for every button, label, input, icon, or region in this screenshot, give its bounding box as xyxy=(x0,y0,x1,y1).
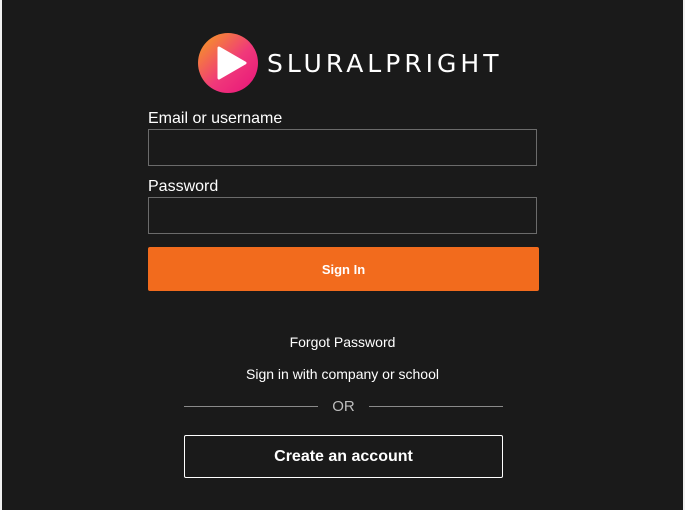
divider-line-right xyxy=(368,405,503,407)
email-field[interactable] xyxy=(148,129,537,166)
email-label: Email or username xyxy=(148,110,283,127)
brand-name: SLURALPRIGHT xyxy=(267,48,503,78)
or-divider: OR xyxy=(184,397,503,415)
company-sign-in-link[interactable]: Sign in with company or school xyxy=(2,366,683,382)
or-text: OR xyxy=(332,397,355,415)
play-icon xyxy=(198,33,258,93)
password-field[interactable] xyxy=(148,197,537,234)
create-account-button[interactable]: Create an account xyxy=(184,435,503,478)
login-panel: SLURALPRIGHT Email or username Password … xyxy=(2,0,683,510)
sign-in-button[interactable]: Sign In xyxy=(148,247,539,291)
password-label: Password xyxy=(148,178,219,195)
divider-line-left xyxy=(184,405,319,407)
forgot-password-link[interactable]: Forgot Password xyxy=(2,334,683,350)
brand-logo: SLURALPRIGHT xyxy=(197,32,503,94)
